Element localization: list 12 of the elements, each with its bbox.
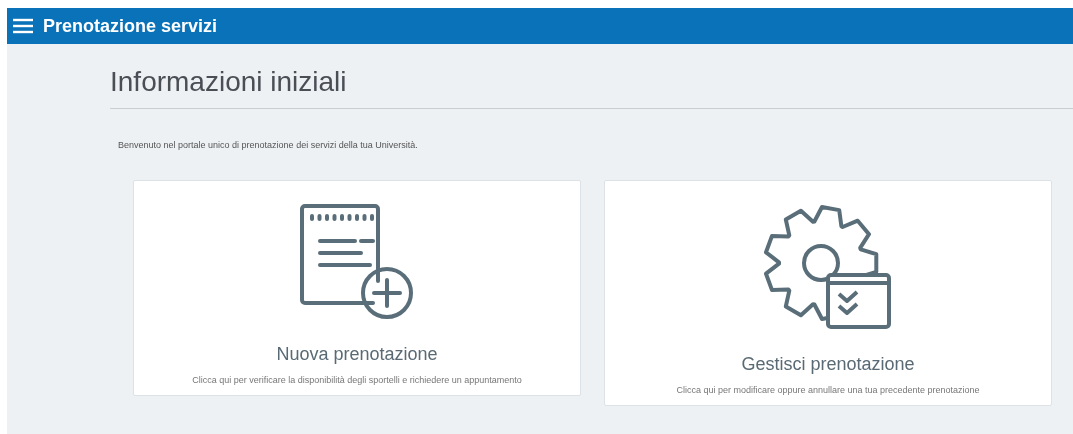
card-description: Clicca qui per modificare oppure annullare una tua precedente prenotazione [676, 383, 980, 397]
gear-calendar-icon [763, 202, 893, 331]
service-card[interactable]: Nuova prenotazione Clicca qui per verificare la disponibilità degli sportelli e richiedere un appuntamento [133, 179, 581, 396]
page-heading: Informazioni iniziali [110, 65, 348, 99]
menu-icon[interactable] [13, 18, 33, 34]
card-title: Gestisci prenotazione [741, 352, 915, 376]
card-title: Nuova prenotazione [276, 342, 438, 366]
card-description: Clicca qui per verificare la disponibilità degli sportelli e richiedere un appuntamento [192, 373, 522, 387]
app-title: Prenotazione servizi [43, 14, 218, 38]
welcome-text: Benvenuto nel portale unico di prenotazione dei servizi della tua Università. [118, 139, 419, 152]
notepad-plus-icon [298, 202, 416, 321]
service-card[interactable]: Gestisci prenotazione Clicca qui per modificare oppure annullare una tua precedente prenotazione [604, 179, 1052, 406]
